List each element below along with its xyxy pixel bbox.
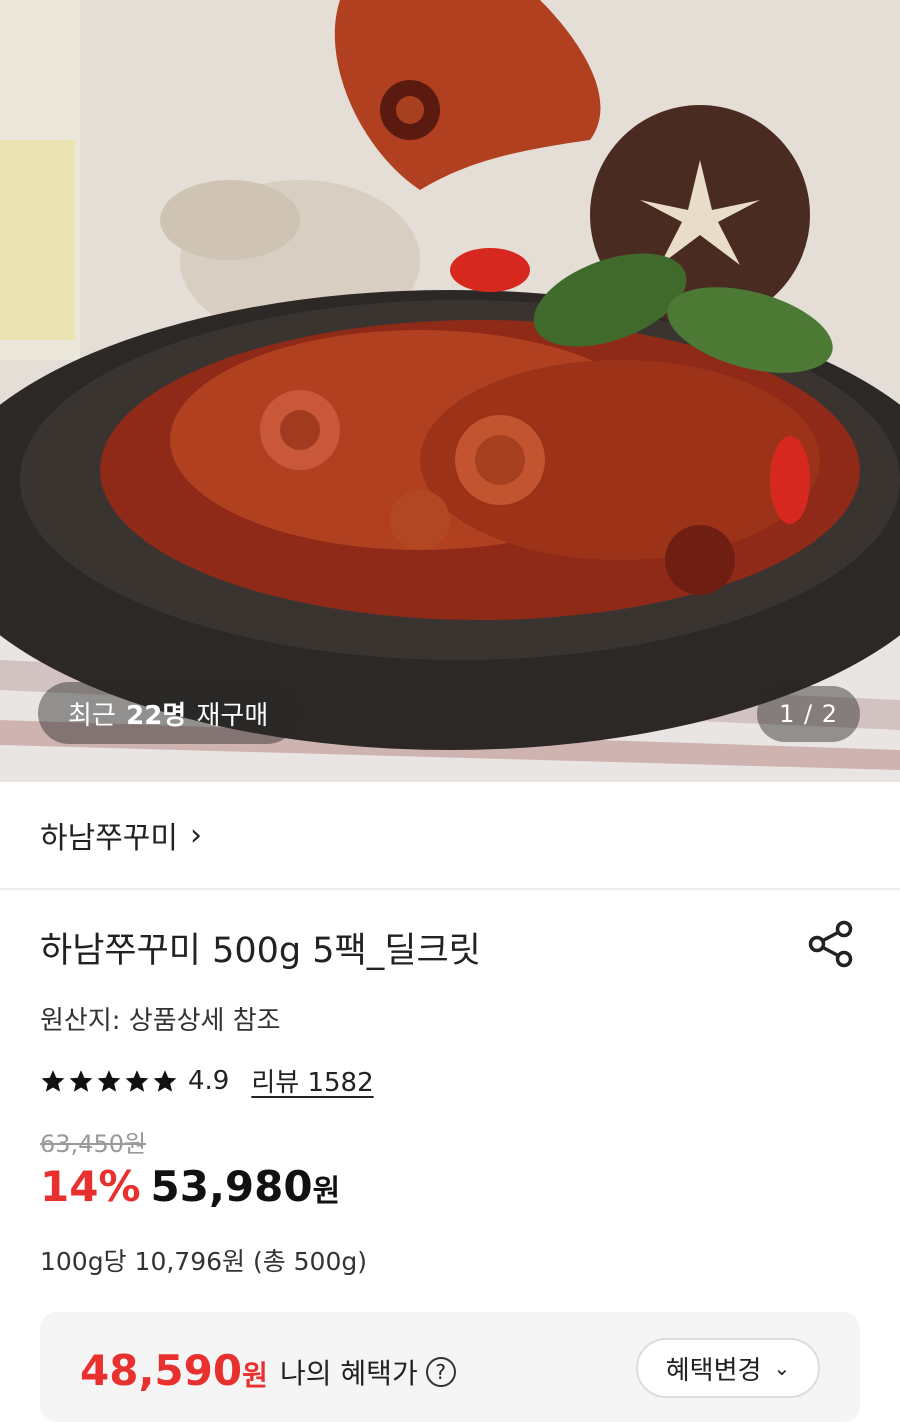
product-image[interactable]: 최근 22명 재구매 1 / 2 bbox=[0, 0, 900, 782]
repurchase-badge: 최근 22명 재구매 bbox=[38, 682, 299, 744]
product-title: 하남쭈꾸미 500g 5팩_딜크릿 bbox=[40, 931, 481, 971]
star-icon bbox=[153, 1069, 177, 1092]
benefit-price-value: 48,590 bbox=[80, 1346, 243, 1395]
benefit-label: 나의 혜택가 ? bbox=[280, 1352, 456, 1392]
unit-price: 100g당 10,796원 (총 500g) bbox=[40, 1247, 367, 1276]
page-current: 1 bbox=[779, 700, 796, 728]
benefit-price-box: 48,590원 나의 혜택가 ? 혜택변경 ⌄ bbox=[40, 1312, 860, 1422]
help-icon[interactable]: ? bbox=[425, 1357, 456, 1387]
brand-link[interactable]: 하남쭈꾸미 › bbox=[0, 782, 900, 890]
star-icon bbox=[41, 1069, 65, 1092]
discount-rate: 14% bbox=[40, 1162, 141, 1211]
currency-label: 원 bbox=[312, 1174, 341, 1209]
benefit-label-text: 나의 혜택가 bbox=[280, 1357, 418, 1390]
share-icon[interactable] bbox=[806, 920, 856, 968]
review-link[interactable]: 리뷰 1582 bbox=[251, 1062, 373, 1099]
repurchase-count: 22명 bbox=[126, 700, 187, 731]
star-icon bbox=[69, 1069, 93, 1092]
page-total: 2 bbox=[821, 700, 838, 728]
benefit-currency: 원 bbox=[242, 1359, 268, 1392]
origin-info: 원산지: 상품상세 참조 bbox=[40, 1006, 281, 1036]
product-photo bbox=[0, 0, 900, 782]
chevron-down-icon: ⌄ bbox=[773, 1356, 791, 1380]
original-price: 63,450원 bbox=[40, 1130, 147, 1158]
benefit-price: 48,590원 bbox=[80, 1346, 268, 1395]
change-benefit-button[interactable]: 혜택변경 ⌄ bbox=[636, 1338, 820, 1398]
star-icon bbox=[97, 1069, 121, 1092]
sale-price: 53,980 bbox=[150, 1162, 313, 1211]
repurchase-suffix: 재구매 bbox=[196, 700, 269, 731]
rating-row: 4.9 리뷰 1582 bbox=[40, 1062, 374, 1099]
rating-stars bbox=[40, 1068, 178, 1094]
rating-score: 4.9 bbox=[188, 1065, 230, 1096]
image-page-counter: 1 / 2 bbox=[757, 686, 860, 742]
star-icon bbox=[125, 1069, 149, 1092]
chevron-right-icon: › bbox=[190, 817, 202, 853]
brand-name: 하남쭈꾸미 bbox=[40, 821, 178, 856]
price-row: 14% 53,980 원 bbox=[40, 1162, 340, 1211]
repurchase-prefix: 최근 bbox=[68, 700, 116, 731]
change-benefit-label: 혜택변경 bbox=[665, 1355, 762, 1386]
